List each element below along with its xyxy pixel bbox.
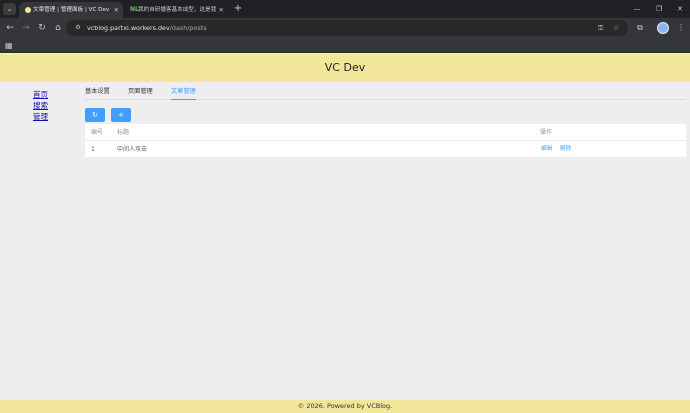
table-row: 1 中间人攻击 编辑 删除 [85,141,686,158]
plus-icon: + [233,3,243,14]
page: VC Dev 首页 搜索 管理 基本设置 页面管理 文章管理 ↻ + 编号 标题… [0,54,690,413]
tab-title: 我的自研播客基本成型，这是我 [138,7,216,13]
arrow-right-icon: → [22,23,30,33]
url-text: vcblog.partxi.workers.dev/dash/posts [87,24,207,32]
star-icon[interactable]: ☆ [613,20,619,36]
reload-button[interactable]: ↻ [35,21,49,35]
column-header-title: 标题 [117,129,130,136]
tab-title: 文章管理 | 管理面板 | VC Dev [33,7,110,13]
sidebar-item-search[interactable]: 搜索 [33,100,48,111]
tab-basic-settings[interactable]: 基本设置 [85,84,110,100]
sidebar: 首页 搜索 管理 [33,89,48,122]
browser-tabstrip: ⌄ 文章管理 | 管理面板 | VC Dev ✕ NL 我的自研播客基本成型，这… [0,0,690,18]
browser-tab-inactive[interactable]: NL 我的自研播客基本成型，这是我 ✕ [124,2,228,18]
browser-toolbar: ← → ↻ ⌂ ⚙ vcblog.partxi.workers.dev/dash… [0,18,690,38]
site-header: VC Dev [0,54,690,82]
site-footer: © 2026. Powered by VCBlog. [0,400,690,413]
arrow-left-icon: ← [6,23,14,33]
chrome-menu-button[interactable]: ⋮ [674,21,688,35]
apps-grid-icon[interactable]: ▦ [5,41,14,50]
minimize-icon: — [633,5,641,13]
delete-button[interactable]: 删除 [560,141,571,158]
site-title[interactable]: VC Dev [325,61,365,74]
posts-table: 编号 标题 操作 1 中间人攻击 编辑 删除 [85,124,686,158]
key-icon[interactable]: ⚿ [598,20,603,36]
extensions-button[interactable]: ⧉ [633,21,647,35]
more-vertical-icon: ⋮ [677,23,685,32]
refresh-icon: ↻ [92,111,98,119]
tab-page-management[interactable]: 页面管理 [128,84,153,100]
minimize-button[interactable]: — [628,2,646,16]
column-header-id: 编号 [91,129,104,136]
home-button[interactable]: ⌂ [51,21,65,35]
back-button[interactable]: ← [3,21,17,35]
table-header: 编号 标题 操作 [85,124,686,141]
restore-icon: ❐ [655,5,663,13]
tab-post-management[interactable]: 文章管理 [171,84,196,100]
bookmarks-bar: ▦ [0,38,690,53]
profile-avatar[interactable] [657,22,669,34]
close-icon[interactable]: ✕ [219,2,224,18]
close-icon[interactable]: ✕ [114,2,119,18]
footer-text: © 2026. Powered by VCBlog. [297,402,393,410]
plus-icon: + [118,111,124,119]
new-tab-button[interactable]: + [232,2,244,16]
refresh-button[interactable]: ↻ [85,108,105,122]
chevron-down-icon: ⌄ [6,5,13,13]
restore-button[interactable]: ❐ [650,2,668,16]
site-info-icon[interactable]: ⚙ [73,23,83,33]
edit-button[interactable]: 编辑 [541,141,552,158]
site-favicon-icon [25,7,31,13]
browser-tab-active[interactable]: 文章管理 | 管理面板 | VC Dev ✕ [19,2,123,18]
close-icon: ✕ [677,5,683,13]
admin-tabs: 基本设置 页面管理 文章管理 [85,84,686,100]
tab-search-button[interactable]: ⌄ [3,3,16,15]
post-title: 中间人攻击 [117,146,148,153]
sidebar-item-admin[interactable]: 管理 [33,111,48,122]
add-post-button[interactable]: + [111,108,131,122]
reload-icon: ↻ [38,23,46,33]
post-id: 1 [91,146,95,153]
forward-button[interactable]: → [19,21,33,35]
main-content: 基本设置 页面管理 文章管理 ↻ + 编号 标题 操作 1 中间人攻击 编辑 删… [85,84,686,158]
column-header-actions: 操作 [540,129,553,136]
close-window-button[interactable]: ✕ [671,2,689,16]
address-bar[interactable]: ⚙ vcblog.partxi.workers.dev/dash/posts ⚿… [66,20,628,36]
home-icon: ⌂ [55,23,61,33]
puzzle-icon: ⧉ [637,23,643,32]
sidebar-item-home[interactable]: 首页 [33,89,48,100]
